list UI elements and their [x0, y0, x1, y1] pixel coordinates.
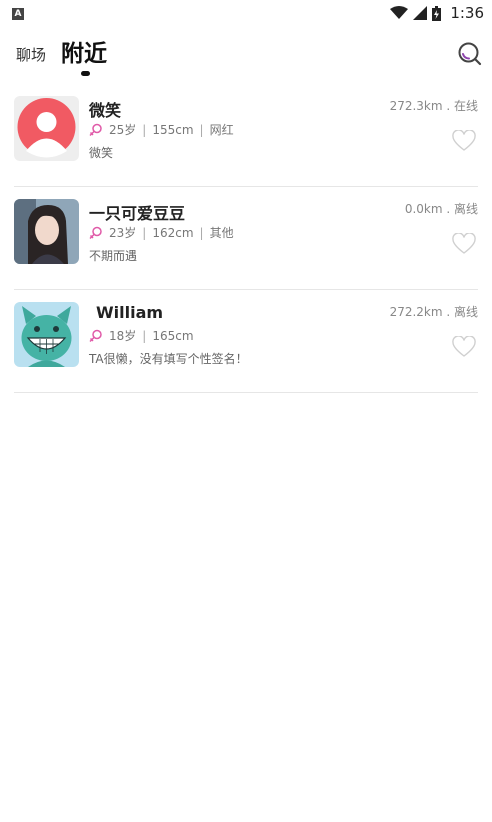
user-distance-status: 272.3km . 在线: [389, 99, 478, 113]
nearby-user-list: 微笑 25岁 | 155cm | 网红 微笑 272.3km . 在线 一只可爱…: [0, 84, 492, 393]
tab-indicator: [81, 71, 90, 76]
user-name: 微笑: [89, 101, 122, 120]
user-job: 网红: [209, 123, 234, 137]
avatar[interactable]: [14, 302, 79, 367]
user-meta: 23岁 | 162cm | 其他: [89, 224, 234, 241]
status-bar: A 1:36: [0, 0, 492, 28]
top-nav: 聊场 附近: [0, 28, 492, 84]
user-meta: 18岁 | 165cm: [89, 327, 194, 344]
default-avatar-icon: [17, 98, 76, 158]
avatar[interactable]: [14, 96, 79, 161]
tab-chat-square[interactable]: 聊场: [16, 44, 46, 65]
divider: |: [142, 225, 147, 240]
user-height: 165cm: [152, 328, 194, 343]
list-item[interactable]: William 18岁 | 165cm TA很懒，没有填写个性签名！ 272.2…: [14, 290, 478, 393]
user-signature: 不期而遇: [89, 249, 138, 263]
female-icon: [89, 226, 102, 239]
user-height: 162cm: [152, 225, 194, 240]
user-name: 一只可爱豆豆: [89, 204, 186, 223]
divider: |: [142, 122, 147, 137]
user-meta: 25岁 | 155cm | 网红: [89, 121, 234, 138]
cartoon-cat-avatar: [14, 302, 79, 367]
heart-icon[interactable]: [452, 233, 476, 255]
avatar[interactable]: [14, 199, 79, 264]
heart-icon[interactable]: [452, 130, 476, 152]
heart-icon[interactable]: [452, 336, 476, 358]
divider: |: [199, 122, 204, 137]
list-item[interactable]: 一只可爱豆豆 23岁 | 162cm | 其他 不期而遇 0.0km . 离线: [14, 187, 478, 290]
tab-nearby[interactable]: 附近: [61, 34, 107, 68]
signal-icon: [413, 6, 428, 20]
user-age: 18岁: [109, 329, 137, 343]
divider: |: [199, 225, 204, 240]
battery-icon: [432, 5, 442, 21]
user-distance-status: 272.2km . 离线: [389, 305, 478, 319]
user-height: 155cm: [152, 122, 194, 137]
user-job: 其他: [209, 226, 234, 240]
user-signature: 微笑: [89, 146, 114, 160]
notification-icon: A: [12, 8, 24, 20]
list-item[interactable]: 微笑 25岁 | 155cm | 网红 微笑 272.3km . 在线: [14, 84, 478, 187]
user-distance-status: 0.0km . 离线: [404, 202, 478, 216]
user-age: 25岁: [109, 123, 137, 137]
search-icon[interactable]: [456, 40, 484, 68]
user-age: 23岁: [109, 226, 137, 240]
user-photo: [14, 199, 79, 264]
wifi-icon: [390, 6, 409, 19]
status-time: 1:36: [450, 4, 484, 22]
user-name: William: [96, 303, 164, 322]
female-icon: [89, 329, 102, 342]
status-icons: 1:36: [390, 3, 484, 23]
divider: |: [142, 328, 147, 343]
female-icon: [89, 123, 102, 136]
user-signature: TA很懒，没有填写个性签名！: [89, 352, 248, 366]
